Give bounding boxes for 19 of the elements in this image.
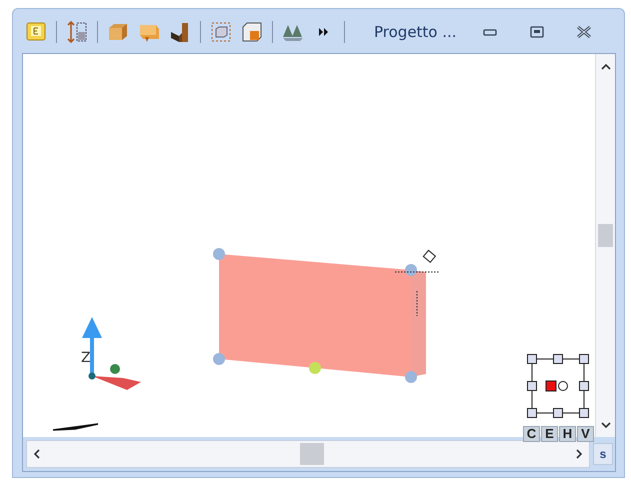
maximize-icon[interactable] [530,26,544,38]
window-title: Progetto ... [374,23,457,41]
view-button[interactable]: E [541,426,558,442]
minimize-icon[interactable] [482,28,497,36]
view-button[interactable]: H [559,426,576,442]
chevron-left-icon[interactable] [33,449,40,459]
horizontal-scrollbar[interactable] [26,440,590,468]
axis-label: Z [81,350,91,366]
close-icon[interactable] [576,25,592,39]
corner-button[interactable]: s [593,443,613,465]
view-button[interactable]: V [577,426,594,442]
chevron-up-icon[interactable] [600,62,610,70]
chevron-down-icon[interactable] [600,422,610,428]
scroll-thumb[interactable] [300,443,324,465]
ground-line-drawing [52,423,99,431]
scroll-thumb[interactable] [598,224,613,247]
chevron-right-icon[interactable] [576,449,583,459]
view-button[interactable]: C [523,426,540,442]
vertical-scrollbar[interactable] [595,54,615,437]
